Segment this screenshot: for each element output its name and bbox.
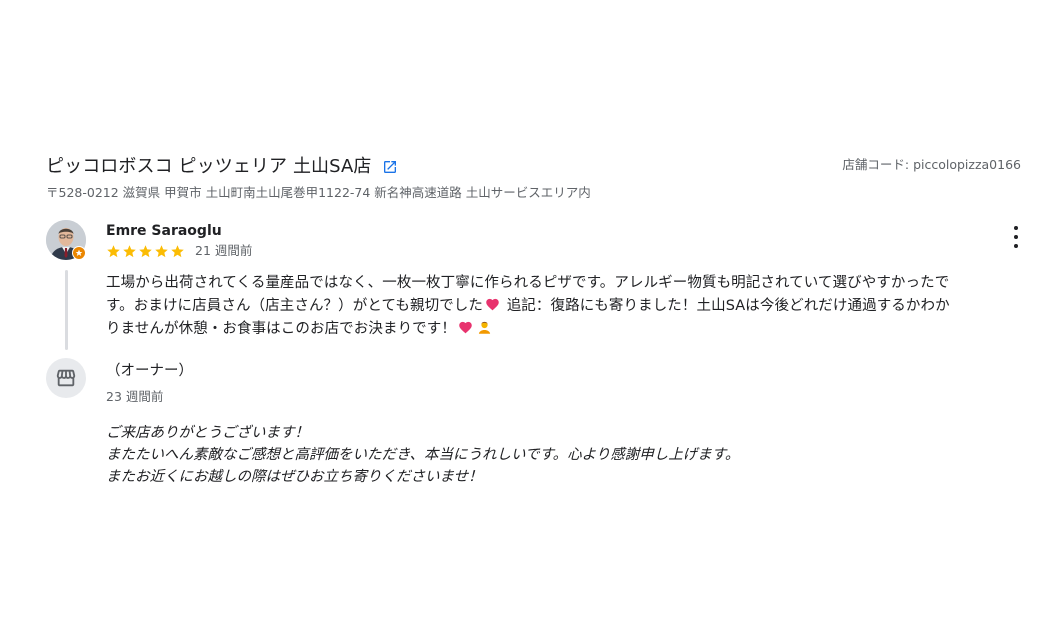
local-guide-star-icon: [72, 246, 86, 260]
review-text: 工場から出荷されてくる量産品ではなく、一枚一枚丁寧に作られるピザです。アレルギー…: [106, 272, 956, 341]
store-header: ピッコロボスコ ピッツェリア 土山SA店 〒528-0212 滋賀県 甲賀市 土…: [46, 155, 1021, 205]
store-title-row: ピッコロボスコ ピッツェリア 土山SA店: [46, 155, 399, 179]
review-date: 21 週間前: [195, 243, 253, 258]
owner-reply-line: またお近くにお越しの際はぜひお立ち寄りくださいませ！: [106, 469, 483, 485]
owner-reply-line: ご来店ありがとうございます！: [106, 425, 309, 441]
star-icon: [107, 244, 120, 257]
star-rating: [106, 244, 185, 259]
heart-emoji: [459, 321, 472, 334]
star-icon: [123, 244, 136, 257]
star-icon: [155, 244, 168, 257]
owner-name: （オーナー）: [106, 363, 193, 379]
review-page: ピッコロボスコ ピッツェリア 土山SA店 〒528-0212 滋賀県 甲賀市 土…: [0, 0, 1042, 635]
reviewer-name[interactable]: Emre Saraoglu: [106, 222, 222, 240]
store-address: 〒528-0212 滋賀県 甲賀市 土山町南土山尾巻甲1122-74 新名神高速…: [46, 185, 591, 200]
bowing-person-emoji: [478, 321, 491, 334]
open-in-new-icon[interactable]: [381, 158, 399, 176]
heart-emoji: [486, 298, 499, 311]
owner-reply-text: ご来店ありがとうございます！ またたいへん素敵なご感想と高評価をいただき、本当に…: [106, 422, 956, 488]
more-vert-icon[interactable]: [1006, 226, 1026, 248]
owner-reply-date: 23 週間前: [106, 389, 164, 404]
rating-row: 21 週間前: [106, 243, 252, 259]
avatar[interactable]: [46, 220, 86, 260]
store-code: 店舗コード: piccolopizza0166: [842, 157, 1021, 172]
star-icon: [139, 244, 152, 257]
star-icon: [171, 244, 184, 257]
owner-reply-line: またたいへん素敵なご感想と高評価をいただき、本当にうれしいです。心より感謝申し上…: [106, 447, 740, 463]
store-name: ピッコロボスコ ピッツェリア 土山SA店: [46, 156, 372, 177]
thread-connector: [65, 270, 68, 350]
storefront-icon: [46, 358, 86, 398]
